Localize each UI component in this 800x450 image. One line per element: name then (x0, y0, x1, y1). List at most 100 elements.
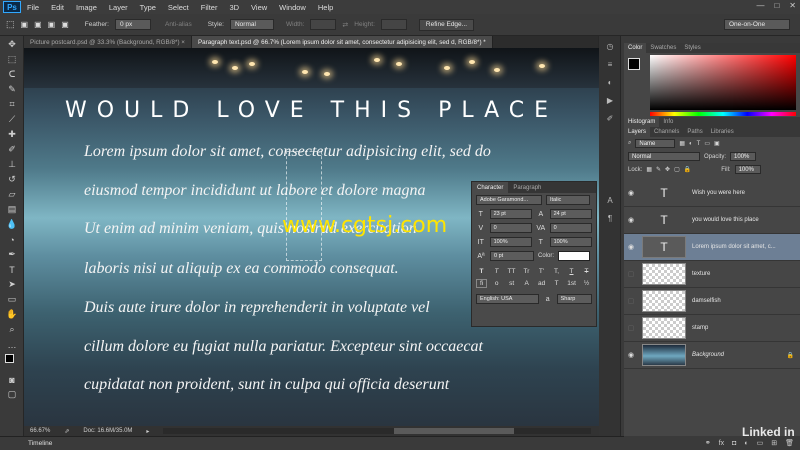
layer-name[interactable]: Wish you were here (692, 190, 745, 196)
marquee-tool-icon[interactable]: ⬚ (6, 19, 15, 30)
fill-input[interactable]: 100% (734, 165, 761, 174)
clone-stamp-icon[interactable]: ⊥ (4, 158, 20, 171)
maximize-icon[interactable]: □ (774, 1, 779, 10)
antialias-checkbox[interactable]: Anti-alias (165, 21, 192, 28)
layer-row[interactable]: ◉ T you would love this place (624, 207, 800, 234)
menu-select[interactable]: Select (162, 3, 195, 12)
tab-paragraph[interactable]: Paragraph (508, 182, 546, 193)
lock-paint-icon[interactable]: ✎ (656, 166, 661, 173)
visibility-eye-icon[interactable]: ◉ (624, 189, 638, 197)
minimize-icon[interactable]: — (756, 1, 764, 10)
menu-file[interactable]: File (21, 3, 45, 12)
kerning-select[interactable]: 0 (489, 223, 532, 233)
refine-edge-button[interactable]: Refine Edge... (418, 18, 475, 31)
eyedropper-icon[interactable]: ⟋ (4, 113, 20, 126)
visibility-off-icon[interactable]: ▢ (624, 324, 638, 332)
lock-all-icon[interactable]: 🔒 (684, 166, 691, 173)
screen-mode-icon[interactable]: ▢ (4, 388, 20, 401)
stylistic-alternates-icon[interactable]: ad (536, 280, 547, 287)
tab-histogram[interactable]: Histogram (624, 117, 660, 127)
tab-libraries[interactable]: Libraries (707, 127, 738, 137)
tab-picture-postcard[interactable]: Picture postcard.psd @ 33.3% (Background… (24, 36, 192, 48)
scrollbar-thumb[interactable] (394, 428, 515, 434)
horizontal-scrollbar[interactable] (163, 428, 591, 434)
doc-size[interactable]: Doc: 16.6M/35.0M (83, 428, 132, 434)
font-family-select[interactable]: Adobe Garamond... (476, 195, 542, 205)
actions-icon[interactable]: ▶ (604, 96, 616, 108)
move-tool-icon[interactable]: ✥ (4, 38, 20, 51)
style-select[interactable]: Normal (229, 19, 274, 30)
ordinals-icon[interactable]: 1st (566, 280, 577, 287)
visibility-off-icon[interactable]: ▢ (624, 270, 638, 278)
zoom-level[interactable]: 66.67% (30, 428, 50, 434)
quick-select-icon[interactable]: ✎ (4, 83, 20, 96)
smart-filter-icon[interactable]: ▣ (714, 140, 720, 147)
adjustments-icon[interactable]: ◐ (604, 78, 616, 90)
new-layer-icon[interactable]: ⊞ (771, 439, 777, 447)
pixel-filter-icon[interactable]: ▦ (679, 140, 685, 147)
old-style-icon[interactable]: o (491, 280, 502, 287)
new-group-icon[interactable]: ▭ (757, 439, 764, 447)
layer-row[interactable]: ◉ T Wish you were here (624, 180, 800, 207)
menu-type[interactable]: Type (134, 3, 162, 12)
font-style-select[interactable]: Italic (546, 195, 590, 205)
faux-italic-icon[interactable]: T (491, 268, 502, 275)
layer-name[interactable]: Lorem ipsum dolor sit amet, c... (692, 244, 776, 250)
blur-tool-icon[interactable]: 💧 (4, 218, 20, 231)
type-tool-icon[interactable]: T (4, 263, 20, 276)
type-filter-icon[interactable]: T (697, 141, 701, 147)
leading-select[interactable]: 24 pt (549, 209, 592, 219)
path-select-icon[interactable]: ➤ (4, 278, 20, 291)
subscript-icon[interactable]: T, (551, 268, 562, 275)
eraser-icon[interactable]: ▱ (4, 188, 20, 201)
dodge-tool-icon[interactable]: ◔ (4, 233, 20, 246)
share-icon[interactable]: ⇗ (64, 428, 69, 435)
tab-styles[interactable]: Styles (680, 43, 704, 53)
swash-icon[interactable]: A (521, 280, 532, 287)
layer-name[interactable]: Background (692, 352, 724, 358)
superscript-icon[interactable]: T' (536, 268, 547, 275)
add-selection-icon[interactable]: ▣ (34, 20, 42, 29)
zoom-tool-icon[interactable]: ⌕ (4, 323, 20, 336)
vertical-scale-input[interactable]: 100% (489, 237, 532, 247)
layer-row[interactable]: ◉ Background 🔒 (624, 342, 800, 369)
lock-pixels-icon[interactable]: ▦ (646, 166, 652, 173)
tab-info[interactable]: Info (659, 117, 677, 127)
tab-character[interactable]: Character (472, 182, 509, 193)
titling-alternates-icon[interactable]: T (551, 280, 562, 287)
hand-tool-icon[interactable]: ✋ (4, 308, 20, 321)
visibility-eye-icon[interactable]: ◉ (624, 216, 638, 224)
workspace-select[interactable]: One-on-One (724, 19, 790, 30)
width-input[interactable] (310, 19, 337, 30)
shape-tool-icon[interactable]: ▭ (4, 293, 20, 306)
layer-name[interactable]: texture (692, 271, 710, 277)
delete-layer-icon[interactable]: 🗑 (785, 439, 794, 447)
text-color-swatch[interactable] (558, 251, 591, 261)
quick-mask-icon[interactable]: ◙ (4, 373, 20, 386)
new-selection-icon[interactable]: ▣ (21, 20, 29, 29)
feather-input[interactable]: 0 px (114, 19, 151, 30)
layer-row-selected[interactable]: ◉ T Lorem ipsum dolor sit amet, c... (624, 234, 800, 261)
discretionary-ligatures-icon[interactable]: st (506, 280, 517, 287)
opacity-input[interactable]: 100% (730, 152, 757, 161)
small-caps-icon[interactable]: Tr (521, 268, 532, 275)
strikethrough-icon[interactable]: T (581, 268, 592, 275)
layer-name[interactable]: stamp (692, 325, 708, 331)
menu-window[interactable]: Window (273, 3, 312, 12)
close-icon[interactable]: ✕ (789, 1, 796, 10)
intersect-selection-icon[interactable]: ▣ (61, 20, 69, 29)
color-picker-field[interactable] (650, 55, 796, 110)
brush-tool-icon[interactable]: ✐ (4, 143, 20, 156)
foreground-color-swatch[interactable] (628, 58, 640, 70)
language-select[interactable]: English: USA (476, 294, 539, 304)
layer-filter-select[interactable]: Name (635, 139, 676, 148)
status-arrow-icon[interactable]: ▸ (146, 428, 149, 435)
tab-layers[interactable]: Layers (624, 127, 651, 137)
menu-layer[interactable]: Layer (103, 3, 134, 12)
lasso-tool-icon[interactable]: ᑕ (4, 68, 20, 81)
lock-artboard-icon[interactable]: ▢ (674, 166, 680, 173)
visibility-eye-icon[interactable]: ◉ (624, 243, 638, 251)
visibility-eye-icon[interactable]: ◉ (624, 351, 638, 359)
tab-paragraph-text[interactable]: Paragraph text.psd @ 66.7% (Lorem ipsum … (191, 36, 493, 48)
swap-icon[interactable]: ⇄ (342, 21, 348, 29)
